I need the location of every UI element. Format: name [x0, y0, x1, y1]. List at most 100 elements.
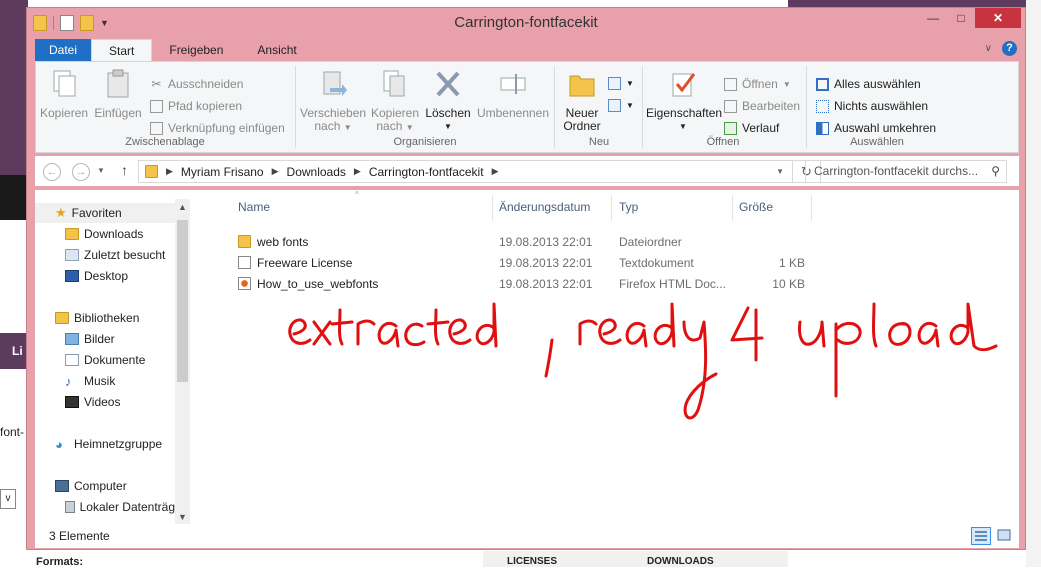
nav-documents-label: Dokumente: [84, 353, 146, 367]
invert-selection-button[interactable]: Auswahl umkehren: [816, 121, 936, 135]
chevron-right-icon[interactable]: ▶: [492, 166, 499, 177]
breadcrumb-myriam-frisano[interactable]: Myriam Frisano: [181, 165, 264, 179]
address-bar-row: ← → ▼ ↑ ▶ Myriam Frisano ▶ Downloads ▶ C…: [35, 156, 1019, 186]
nav-pictures-label: Bilder: [84, 332, 115, 346]
large-icons-view-button[interactable]: [995, 527, 1015, 545]
local-disk-icon: [65, 501, 75, 513]
cut-button[interactable]: ✂ Ausschneiden: [150, 77, 243, 91]
select-all-label: Alles auswählen: [834, 77, 921, 91]
rename-button[interactable]: Umbenennen: [476, 68, 550, 120]
select-none-label: Nichts auswählen: [834, 99, 929, 113]
column-header-name[interactable]: Name: [238, 200, 270, 214]
nav-local-disk[interactable]: Lokaler Datenträg: [65, 497, 175, 517]
copy-button[interactable]: Kopieren: [40, 68, 88, 120]
open-button[interactable]: Öffnen ▼: [724, 77, 791, 91]
table-row[interactable]: web fonts 19.08.2013 22:01 Dateiordner: [205, 232, 805, 252]
select-none-icon: [816, 99, 829, 113]
nav-scrollbar-thumb[interactable]: [177, 220, 188, 382]
firefox-html-icon: [238, 277, 251, 290]
homegroup-icon: ◕: [55, 436, 63, 452]
search-placeholder: Carrington-fontfacekit durchs...: [814, 164, 979, 178]
nav-favorites[interactable]: ★ Favoriten: [35, 203, 175, 223]
forward-button[interactable]: →: [72, 163, 90, 181]
nav-music-label: Musik: [84, 374, 116, 388]
chevron-right-icon[interactable]: ▶: [166, 166, 173, 177]
nav-computer[interactable]: Computer: [55, 476, 127, 496]
nav-recent[interactable]: Zuletzt besucht: [65, 245, 165, 265]
column-separator[interactable]: [732, 195, 733, 221]
nav-pictures[interactable]: Bilder: [65, 329, 115, 349]
recent-places-icon: [65, 249, 79, 261]
search-input[interactable]: Carrington-fontfacekit durchs... ⚲: [805, 160, 1007, 183]
nav-libraries[interactable]: Bibliotheken: [55, 308, 139, 328]
up-arrow-icon[interactable]: ↑: [121, 162, 128, 178]
new-item-button[interactable]: ▼: [608, 77, 634, 90]
column-header-date[interactable]: Änderungsdatum: [499, 200, 590, 214]
group-label-organize: Organisieren: [393, 136, 457, 148]
scroll-down-icon[interactable]: ▼: [175, 512, 190, 522]
nav-homegroup[interactable]: ◕ Heimnetzgruppe: [55, 434, 162, 454]
rename-icon: [500, 74, 526, 94]
recent-locations-icon[interactable]: ▼: [97, 166, 105, 175]
select-all-button[interactable]: Alles auswählen: [816, 77, 921, 91]
tab-ansicht[interactable]: Ansicht: [240, 39, 313, 61]
nav-favorites-label: Favoriten: [71, 206, 122, 220]
nav-music[interactable]: ♪ Musik: [65, 371, 115, 391]
minimize-button[interactable]: —: [919, 8, 947, 28]
properties-button[interactable]: Eigenschaften ▼: [646, 68, 722, 133]
paste-shortcut-button[interactable]: Verknüpfung einfügen: [150, 121, 285, 135]
column-header-type[interactable]: Typ: [619, 200, 638, 214]
chevron-right-icon[interactable]: ▶: [272, 166, 279, 177]
scroll-up-icon[interactable]: ▲: [175, 202, 190, 212]
nav-documents[interactable]: Dokumente: [65, 350, 145, 370]
table-row[interactable]: Freeware License 19.08.2013 22:01 Textdo…: [205, 253, 805, 273]
copy-to-button[interactable]: Kopieren nach ▼: [370, 68, 420, 134]
nav-desktop[interactable]: Desktop: [65, 266, 128, 286]
breadcrumb-downloads[interactable]: Downloads: [287, 165, 346, 179]
open-icon: [724, 77, 737, 91]
edit-button[interactable]: Bearbeiten: [724, 99, 800, 113]
help-icon[interactable]: ?: [1002, 41, 1017, 56]
move-to-button[interactable]: Verschieben nach ▼: [300, 68, 366, 134]
back-button[interactable]: ←: [43, 163, 61, 181]
column-separator[interactable]: [492, 195, 493, 221]
easy-access-button[interactable]: ▼: [608, 99, 634, 112]
file-type: Dateiordner: [619, 235, 682, 249]
delete-label: Löschen: [425, 106, 471, 120]
paste-label: Einfügen: [94, 106, 142, 120]
group-label-select: Auswählen: [850, 136, 904, 148]
background-page-downloads-link[interactable]: DOWNLOADS: [647, 556, 714, 567]
details-view-icon: [975, 531, 987, 541]
tab-freigeben[interactable]: Freigeben: [152, 39, 240, 61]
select-none-button[interactable]: Nichts auswählen: [816, 99, 928, 113]
delete-button[interactable]: Löschen ▼: [424, 68, 472, 133]
search-icon[interactable]: ⚲: [991, 161, 1000, 182]
nav-downloads[interactable]: Downloads: [65, 224, 143, 244]
new-folder-label-2: Ordner: [563, 119, 601, 133]
column-header-size[interactable]: Größe: [739, 200, 773, 214]
pictures-icon: [65, 333, 79, 345]
breadcrumb-carrington-fontfacekit[interactable]: Carrington-fontfacekit: [369, 165, 484, 179]
table-row[interactable]: How_to_use_webfonts 19.08.2013 22:01 Fir…: [205, 274, 805, 294]
title-bar[interactable]: ▼ Carrington-fontfacekit — □ ✕: [27, 8, 1025, 38]
tab-datei[interactable]: Datei: [35, 39, 92, 61]
delete-x-icon: [436, 71, 460, 97]
background-page-select[interactable]: v: [0, 489, 16, 509]
ribbon-collapse-icon[interactable]: ∨: [985, 43, 992, 54]
chevron-down-icon[interactable]: ▼: [776, 167, 784, 176]
column-separator[interactable]: [811, 195, 812, 221]
details-view-button[interactable]: [971, 527, 991, 545]
close-button[interactable]: ✕: [975, 8, 1021, 28]
tab-start[interactable]: Start: [91, 39, 153, 61]
history-button[interactable]: Verlauf: [724, 121, 779, 135]
column-separator[interactable]: [611, 195, 612, 221]
chevron-right-icon[interactable]: ▶: [354, 166, 361, 177]
handwritten-annotation: [288, 302, 998, 420]
address-bar[interactable]: ▶ Myriam Frisano ▶ Downloads ▶ Carringto…: [138, 160, 793, 183]
maximize-button[interactable]: □: [947, 8, 975, 28]
copy-path-button[interactable]: Pfad kopieren: [150, 99, 242, 113]
new-folder-button[interactable]: Neuer Ordner: [558, 68, 606, 133]
background-page-licenses-link[interactable]: LICENSES: [507, 556, 557, 567]
nav-videos[interactable]: Videos: [65, 392, 120, 412]
paste-button[interactable]: Einfügen: [92, 68, 144, 120]
